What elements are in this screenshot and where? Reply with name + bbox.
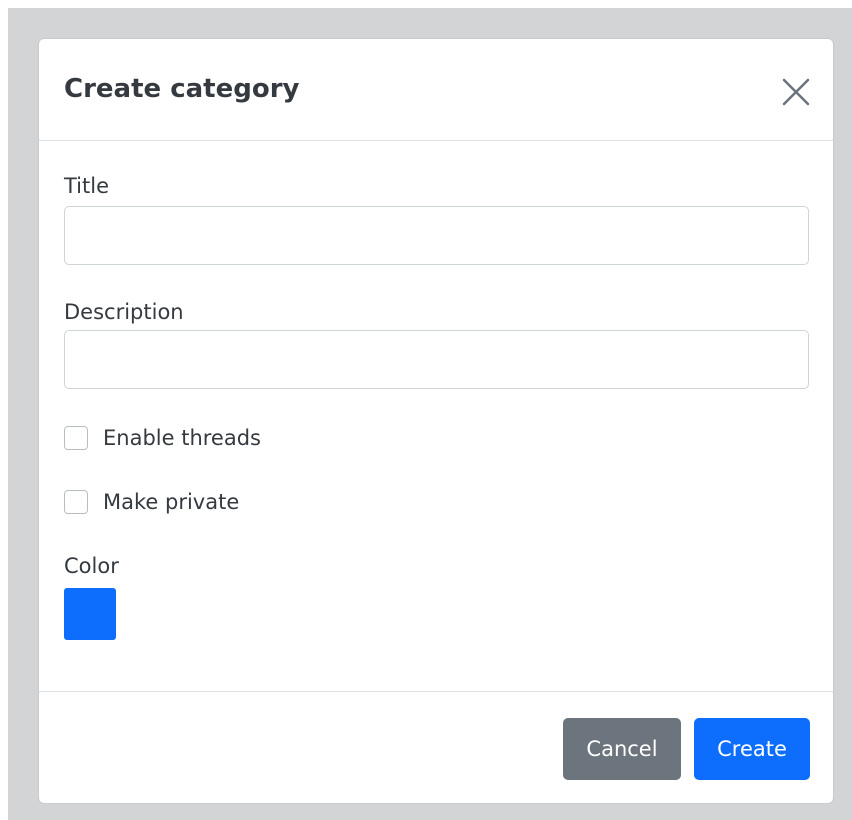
close-button[interactable]	[779, 75, 813, 109]
color-picker-swatch[interactable]	[64, 588, 116, 640]
create-category-dialog: Create category Title Description Enable…	[38, 38, 834, 804]
enable-threads-checkbox[interactable]	[64, 426, 88, 450]
create-button[interactable]: Create	[694, 718, 810, 780]
dialog-header: Create category	[39, 39, 833, 141]
description-input[interactable]	[64, 330, 809, 389]
color-label: Color	[64, 554, 119, 578]
cancel-button[interactable]: Cancel	[563, 718, 681, 780]
enable-threads-row[interactable]: Enable threads	[64, 424, 261, 452]
make-private-label: Make private	[103, 490, 240, 514]
title-label: Title	[64, 174, 110, 198]
description-label: Description	[64, 300, 184, 324]
close-icon	[782, 78, 810, 106]
dialog-footer: Cancel Create	[39, 691, 833, 803]
title-input[interactable]	[64, 206, 809, 265]
make-private-row[interactable]: Make private	[64, 488, 239, 516]
dialog-title: Create category	[64, 74, 300, 104]
enable-threads-label: Enable threads	[103, 426, 261, 450]
make-private-checkbox[interactable]	[64, 490, 88, 514]
